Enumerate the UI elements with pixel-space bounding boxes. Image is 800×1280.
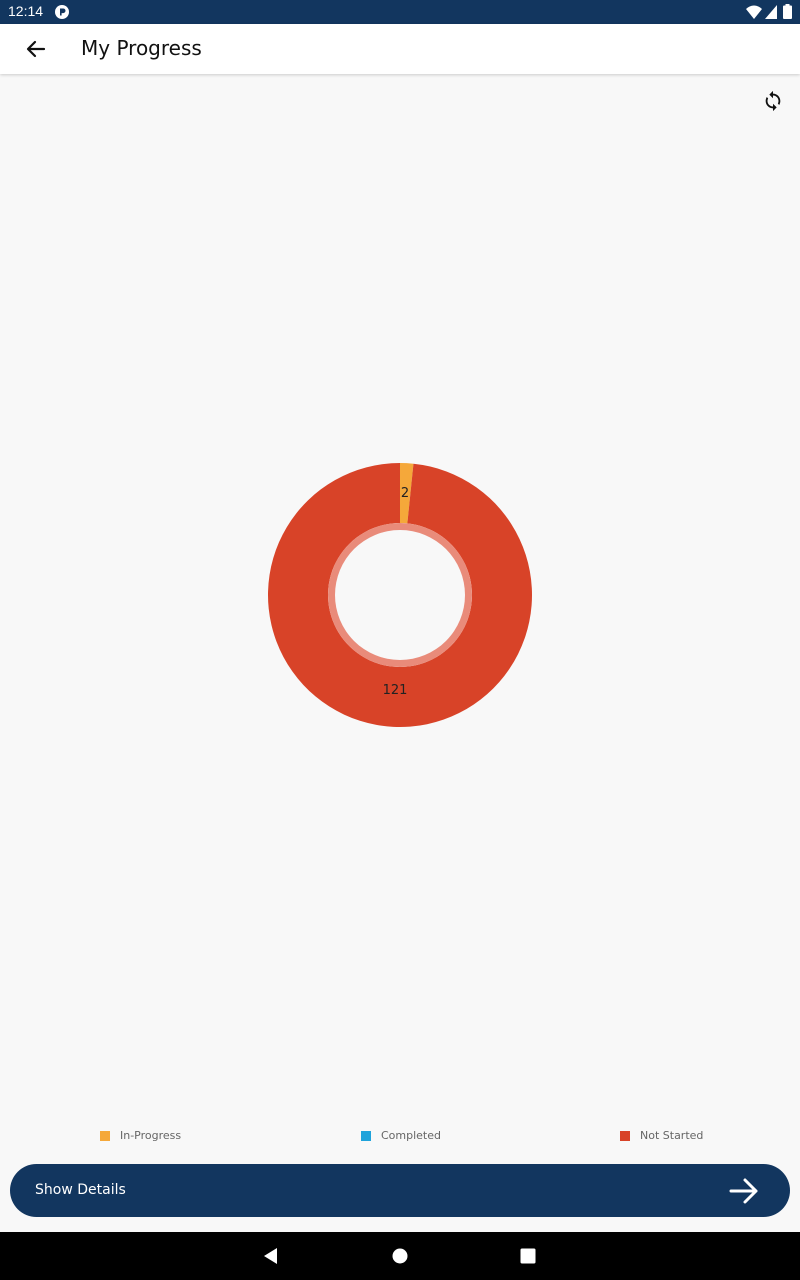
app-notification-icon [55,5,69,19]
legend-label: Not Started [640,1129,704,1142]
show-details-label: Show Details [35,1182,126,1198]
refresh-button[interactable] [758,86,788,116]
app-bar: My Progress [0,24,800,74]
legend-label: In-Progress [120,1129,182,1142]
arrow-forward-icon [729,1178,758,1204]
page-title: My Progress [81,36,202,60]
back-button[interactable] [20,34,52,64]
signal-icon [765,5,777,19]
legend-swatch-completed [361,1130,371,1141]
nav-recents-icon[interactable] [518,1246,538,1266]
wifi-icon [746,5,762,19]
show-details-button[interactable]: Show Details [10,1164,790,1217]
status-bar: 12:14 [0,0,800,24]
legend-label: Completed [381,1129,441,1142]
legend-item-not-started: Not Started [620,1129,703,1142]
legend-swatch-in-progress [100,1130,110,1141]
legend-item-in-progress: In-Progress [100,1129,181,1142]
progress-donut-chart: 2 121 [267,462,532,727]
system-nav-bar [0,1232,800,1280]
nav-back-icon[interactable] [261,1246,281,1266]
donut-inner-ring [328,523,472,667]
battery-icon [783,4,792,19]
refresh-icon [765,90,781,112]
legend-item-completed: Completed [361,1129,441,1142]
status-time: 12:14 [8,3,44,19]
donut-slice-not-started[interactable] [267,462,532,727]
nav-home-icon[interactable] [390,1246,410,1266]
arrow-back-icon [26,40,46,58]
donut-hole [335,530,465,660]
legend-swatch-not-started [620,1130,630,1141]
